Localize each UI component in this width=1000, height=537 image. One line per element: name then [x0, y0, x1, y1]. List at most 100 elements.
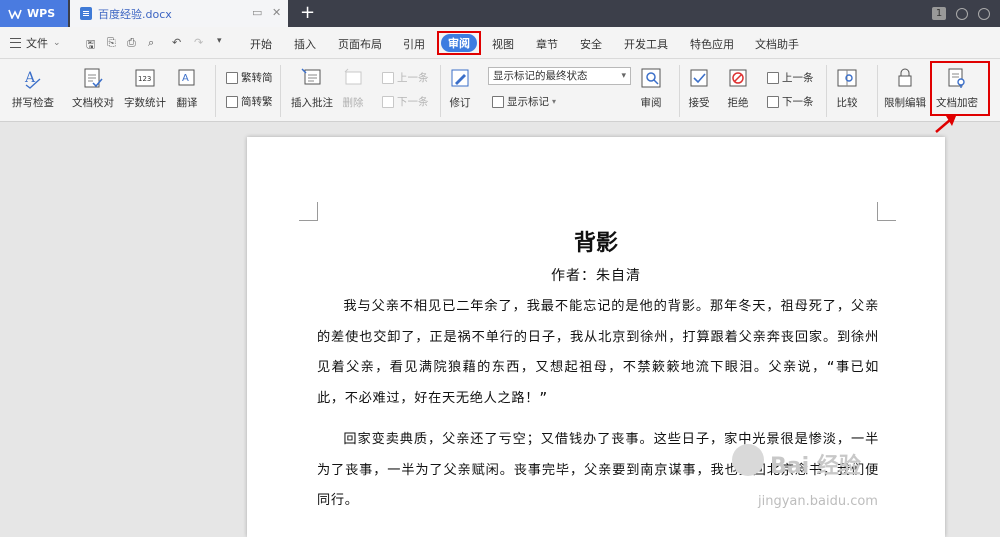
translate-button[interactable]: A 翻译: [176, 67, 198, 110]
save-icon[interactable]: 🖫: [86, 36, 95, 55]
prev-comment-button[interactable]: 上一条: [382, 70, 429, 85]
margin-corner-mark: [299, 202, 318, 221]
next-change-label: 下一条: [782, 96, 814, 108]
display-state-dropdown[interactable]: 显示标记的最终状态: [488, 67, 631, 85]
accept-icon: [690, 69, 708, 87]
accept-button[interactable]: 接受: [688, 67, 710, 110]
next-change-icon: [767, 95, 779, 108]
ribbon-divider: [679, 65, 680, 117]
trad-simp-icon: [226, 71, 238, 84]
prev-change-button[interactable]: 上一条: [767, 70, 814, 85]
next-comment-label: 下一条: [397, 96, 429, 108]
print-icon[interactable]: ⎙: [127, 36, 136, 50]
export-pdf-icon[interactable]: ⎘: [107, 36, 116, 50]
track-changes-button[interactable]: 修订: [449, 67, 471, 110]
document-title: 背影: [573, 230, 618, 256]
watermark-brand: Bai 经验: [770, 454, 861, 479]
track-changes-label: 修订: [449, 97, 471, 109]
close-tab-icon[interactable]: ✕: [272, 6, 281, 19]
new-tab-button[interactable]: +: [300, 2, 315, 24]
document-tab[interactable]: 百度经验.docx ▭ ✕: [70, 0, 288, 27]
chevron-down-icon: ⌄: [53, 38, 61, 48]
ribbon-divider: [280, 65, 281, 117]
delete-comment-label: 删除: [342, 97, 364, 109]
delete-comment-icon: [344, 68, 362, 85]
menu-reference[interactable]: 引用: [403, 36, 425, 52]
prev-change-label: 上一条: [782, 72, 814, 84]
wps-app-tab[interactable]: WPS: [0, 0, 68, 27]
delete-comment-button[interactable]: 删除: [342, 67, 364, 110]
menu-view[interactable]: 视图: [492, 36, 514, 52]
redo-icon[interactable]: ↷: [194, 36, 203, 49]
prev-comment-label: 上一条: [397, 72, 429, 84]
title-bar-tools: 1: [932, 0, 1000, 27]
next-comment-icon: [382, 95, 394, 108]
reject-button[interactable]: 拒绝: [727, 67, 749, 110]
show-markup-icon: [492, 95, 504, 108]
word-count-icon: 123: [135, 69, 155, 87]
file-menu-label: 文件: [26, 37, 48, 50]
menu-page-layout[interactable]: 页面布局: [338, 36, 382, 52]
wps-app-label: WPS: [27, 7, 56, 20]
restrict-edit-button[interactable]: 限制编辑: [884, 67, 926, 110]
trad-to-simp-button[interactable]: 繁转简: [226, 70, 273, 85]
next-comment-button[interactable]: 下一条: [382, 94, 429, 109]
undo-icon[interactable]: ↶: [172, 36, 181, 49]
document-tab-name: 百度经验.docx: [98, 7, 172, 21]
ribbon-divider: [215, 65, 216, 117]
prev-comment-icon: [382, 71, 394, 84]
title-bar: WPS 百度经验.docx ▭ ✕ + 1: [0, 0, 1000, 27]
compare-label: 比较: [836, 97, 858, 109]
document-author: 作者：朱自清: [551, 268, 641, 284]
restrict-edit-label: 限制编辑: [884, 97, 926, 109]
menu-security[interactable]: 安全: [580, 36, 602, 52]
ribbon-divider: [877, 65, 878, 117]
menu-special-apps[interactable]: 特色应用: [690, 36, 734, 52]
ribbon-divider: [826, 65, 827, 117]
prev-change-icon: [767, 71, 779, 84]
doc-check-label: 文档校对: [72, 97, 114, 109]
translate-icon: A: [178, 69, 195, 86]
doc-check-icon: [84, 68, 103, 88]
ribbon-divider: [440, 65, 441, 117]
doc-encrypt-highlight-box: [930, 61, 990, 116]
svg-text:A: A: [182, 73, 189, 84]
compare-icon: [837, 69, 857, 87]
menu-start[interactable]: 开始: [250, 36, 272, 52]
trad-to-simp-label: 繁转简: [241, 72, 273, 84]
watermark-url: jingyan.baidu.com: [758, 494, 878, 509]
word-doc-icon: [80, 7, 92, 20]
simp-trad-icon: [226, 95, 238, 108]
spellcheck-icon: A: [24, 70, 41, 89]
account-icon[interactable]: [978, 7, 990, 20]
word-count-label: 字数统计: [124, 97, 166, 109]
menu-insert[interactable]: 插入: [294, 36, 316, 52]
file-menu[interactable]: 文件 ⌄: [10, 35, 61, 51]
wps-logo-icon: [8, 9, 22, 19]
restore-window-icon[interactable]: ▭: [252, 6, 262, 19]
print-preview-icon[interactable]: ⌕: [148, 36, 154, 50]
show-markup-button[interactable]: 显示标记 ▾: [492, 94, 556, 109]
customize-toolbar-icon[interactable]: ▾: [217, 36, 222, 46]
spellcheck-button[interactable]: A 拼写检查: [12, 67, 54, 110]
skin-icon[interactable]: [956, 7, 968, 20]
menu-review[interactable]: 审阅: [441, 34, 477, 52]
next-change-button[interactable]: 下一条: [767, 94, 814, 109]
simp-to-trad-button[interactable]: 简转繁: [226, 94, 273, 109]
menu-bar: 文件 ⌄ 🖫 ⎘ ⎙ ⌕ ↶ ↷ ▾ 开始 插入 页面布局 引用 审阅 视图 章…: [0, 27, 1000, 59]
doc-check-button[interactable]: 文档校对: [72, 67, 114, 110]
menu-review-highlight[interactable]: 审阅: [437, 31, 481, 55]
spellcheck-label: 拼写检查: [12, 97, 54, 109]
review-pane-button[interactable]: 审阅: [640, 67, 662, 110]
paragraph-1: 我与父亲不相见已二年余了，我最不能忘记的是他的背影。那年冬天，祖母死了，父亲的差…: [317, 299, 879, 406]
menu-section[interactable]: 章节: [536, 36, 558, 52]
window-count-badge[interactable]: 1: [932, 7, 946, 20]
insert-comment-button[interactable]: 插入批注: [291, 67, 333, 110]
simp-to-trad-label: 简转繁: [241, 96, 273, 108]
compare-button[interactable]: 比较: [836, 67, 858, 110]
menu-doc-assistant[interactable]: 文档助手: [755, 36, 799, 52]
accept-label: 接受: [688, 97, 710, 109]
word-count-button[interactable]: 123 字数统计: [124, 67, 166, 110]
track-changes-icon: [451, 69, 469, 87]
menu-dev-tools[interactable]: 开发工具: [624, 36, 668, 52]
